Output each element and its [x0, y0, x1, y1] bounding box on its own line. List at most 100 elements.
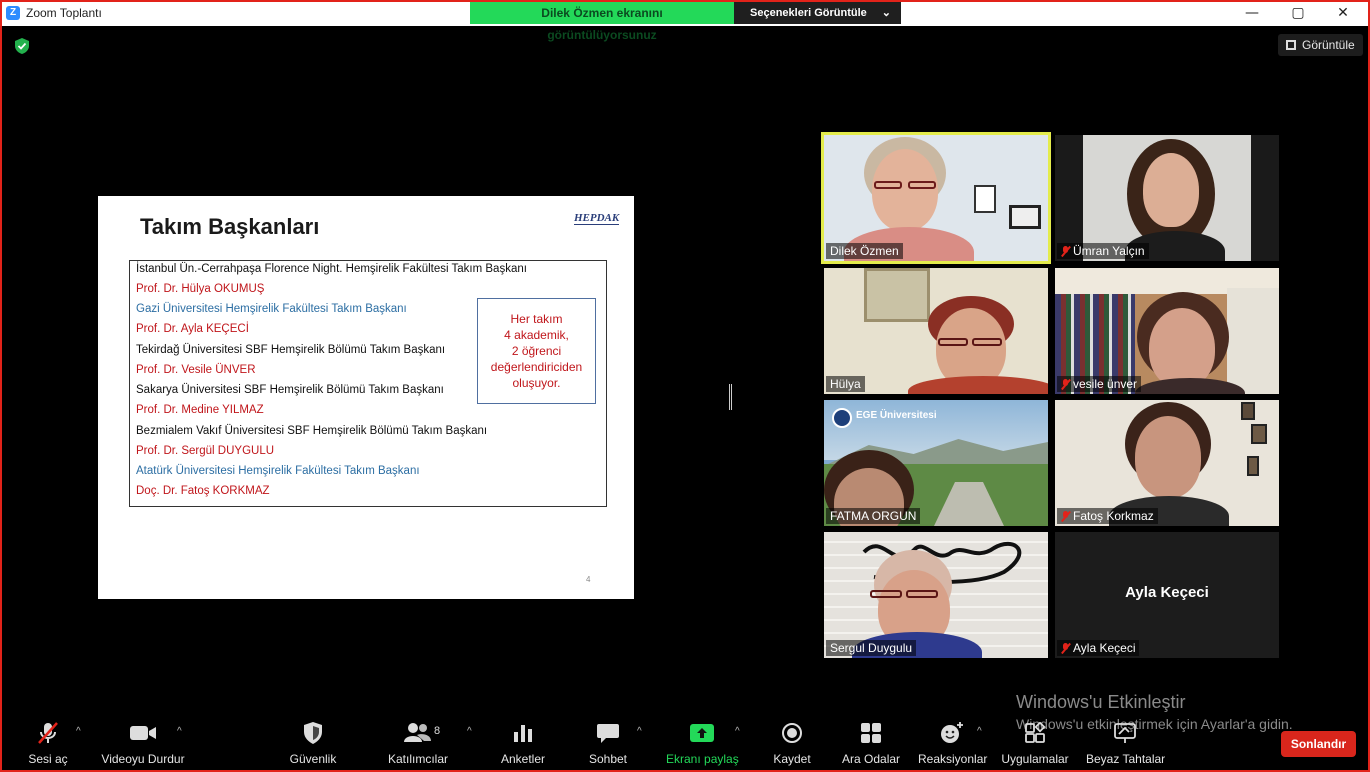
list-item: Sakarya Üniversitesi SBF Hemşirelik Bölü…: [136, 384, 444, 396]
wall-frame: [974, 185, 996, 213]
callout-line: oluşuyor.: [512, 376, 561, 390]
breakout-rooms-label: Ara Odalar: [842, 752, 901, 766]
muted-mic-icon: [1061, 642, 1070, 654]
unmute-button[interactable]: Sesi aç: [26, 720, 70, 766]
end-meeting-button[interactable]: Sonlandır: [1281, 731, 1356, 757]
slide-callout: Her takım 4 akademik, 2 öğrenci değerlen…: [477, 298, 596, 404]
whiteboard-icon: [1114, 723, 1136, 743]
reactions-options-caret[interactable]: ^: [977, 726, 982, 737]
view-options-button[interactable]: Seçenekleri Görüntüle ⌄: [734, 2, 901, 24]
participants-count-badge: 8: [434, 725, 441, 737]
participant-name: Hülya: [826, 376, 865, 392]
participant-name: Ayla Keçeci: [1057, 640, 1140, 656]
wall-frame: [1241, 402, 1255, 420]
video-tile-ayla-kececi[interactable]: Ayla Keçeci Ayla Keçeci: [1055, 532, 1279, 658]
encryption-shield-icon[interactable]: [13, 37, 31, 55]
list-item: Doç. Dr. Fatoş KORKMAZ: [136, 485, 270, 497]
view-button[interactable]: Görüntüle: [1278, 34, 1363, 56]
wall-frame: [1251, 424, 1267, 444]
callout-line: 4 akademik,: [504, 328, 569, 342]
list-item: Gazi Üniversitesi Hemşirelik Fakültesi T…: [136, 303, 407, 315]
glasses: [870, 590, 902, 598]
polls-button[interactable]: Anketler: [498, 720, 548, 766]
minimize-button[interactable]: —: [1238, 3, 1266, 23]
glasses: [972, 338, 1002, 346]
video-tile-fatma-orgun[interactable]: EGE Üniversitesi FATMA ORGUN: [824, 400, 1048, 526]
view-button-label: Görüntüle: [1302, 38, 1355, 52]
wall-picture: [864, 268, 930, 322]
security-button[interactable]: Güvenlik: [288, 720, 338, 766]
grid-icon: [1286, 40, 1296, 50]
view-options-label: Seçenekleri Görüntüle: [750, 7, 867, 19]
slide-page-number: 4: [586, 575, 591, 584]
activation-watermark-title: Windows'u Etkinleştir: [1016, 692, 1186, 712]
shared-screen[interactable]: Takım Başkanları HEPDAK İstanbul Ün.-Cer…: [8, 196, 724, 599]
participant-face: [1149, 308, 1215, 388]
muted-mic-icon: [38, 722, 58, 744]
background-caption: EGE Üniversitesi: [856, 410, 937, 421]
whiteboards-button[interactable]: Beyaz Tahtalar: [1086, 720, 1165, 766]
glasses: [938, 338, 968, 346]
cabinet: [1227, 288, 1279, 394]
chat-bubble-icon: [597, 724, 619, 743]
participants-options-caret[interactable]: ^: [467, 726, 472, 737]
video-tile-vesile-unver[interactable]: vesile ünver: [1055, 268, 1279, 394]
reactions-label: Reaksiyonlar: [918, 752, 988, 766]
screen-share-banner: Dilek Özmen ekranını görüntülüyorsunuz S…: [470, 2, 901, 42]
muted-mic-icon: [1061, 378, 1070, 390]
chat-options-caret[interactable]: ^: [637, 726, 642, 737]
list-item: Prof. Dr. Hülya OKUMUŞ: [136, 283, 265, 295]
panel-resize-handle[interactable]: [729, 384, 732, 410]
participant-display-name: Ayla Keçeci: [1125, 584, 1209, 601]
participant-face: [1135, 416, 1201, 498]
apps-icon: [1025, 722, 1046, 743]
record-button[interactable]: Kaydet: [770, 720, 814, 766]
video-tile-hulya[interactable]: Hülya: [824, 268, 1048, 394]
callout-line: 2 öğrenci: [511, 344, 562, 358]
video-tile-umran-yalcin[interactable]: Ümran Yalçın: [1055, 135, 1279, 261]
list-item: Atatürk Üniversitesi Hemşirelik Fakültes…: [136, 465, 420, 477]
share-options-caret[interactable]: ^: [735, 726, 740, 737]
stop-video-label: Videoyu Durdur: [101, 752, 185, 766]
glasses: [906, 590, 938, 598]
callout-line: değerlendiriciden: [490, 360, 583, 374]
apps-button[interactable]: Uygulamalar: [1000, 720, 1070, 766]
record-icon: [782, 723, 802, 743]
video-camera-icon: [130, 726, 156, 740]
muted-mic-icon: [1061, 245, 1070, 257]
window-title: Zoom Toplantı: [26, 6, 102, 20]
unmute-label: Sesi aç: [28, 752, 68, 766]
hepdak-logo: HEPDAK: [574, 212, 620, 225]
list-item: Tekirdağ Üniversitesi SBF Hemşirelik Böl…: [136, 344, 446, 356]
participant-face: [1143, 153, 1199, 227]
share-screen-button[interactable]: Ekranı paylaş: [666, 720, 739, 766]
video-tile-sergul-duygulu[interactable]: Sergul Duygulu: [824, 532, 1048, 658]
list-item: Prof. Dr. Ayla KEÇECİ: [136, 323, 249, 335]
slide-title: Takım Başkanları: [140, 214, 320, 239]
audio-options-caret[interactable]: ^: [76, 726, 81, 737]
participants-button[interactable]: Katılımcılar: [386, 720, 450, 766]
video-tile-dilek-ozmen[interactable]: Dilek Özmen: [821, 132, 1051, 264]
reactions-button[interactable]: Reaksiyonlar: [918, 720, 988, 766]
maximize-button[interactable]: ▢: [1284, 3, 1312, 23]
reaction-smiley-icon: [941, 722, 963, 743]
chevron-down-icon: ⌄: [881, 7, 891, 19]
video-tile-fatos-korkmaz[interactable]: Fatoş Korkmaz: [1055, 400, 1279, 526]
security-shield-icon: [304, 722, 322, 744]
list-item: İstanbul Ün.-Cerrahpaşa Florence Night. …: [136, 263, 527, 275]
list-item: Prof. Dr. Vesile ÜNVER: [136, 364, 256, 376]
participant-name: Sergul Duygulu: [826, 640, 917, 656]
wall-frame: [1247, 456, 1259, 476]
stop-video-button[interactable]: Videoyu Durdur: [98, 720, 188, 766]
polls-chart-icon: [514, 725, 532, 742]
chat-button[interactable]: Sohbet: [586, 720, 630, 766]
chat-label: Sohbet: [588, 752, 628, 766]
participant-shoulders: [908, 376, 1048, 394]
list-item: Prof. Dr. Medine YILMAZ: [136, 404, 264, 416]
participant-name: Ümran Yalçın: [1057, 243, 1149, 259]
close-button[interactable]: ✕: [1329, 3, 1357, 23]
breakout-rooms-button[interactable]: Ara Odalar: [842, 720, 900, 766]
video-options-caret[interactable]: ^: [177, 726, 182, 737]
wall-frame: [1009, 205, 1041, 229]
security-label: Güvenlik: [289, 752, 337, 766]
